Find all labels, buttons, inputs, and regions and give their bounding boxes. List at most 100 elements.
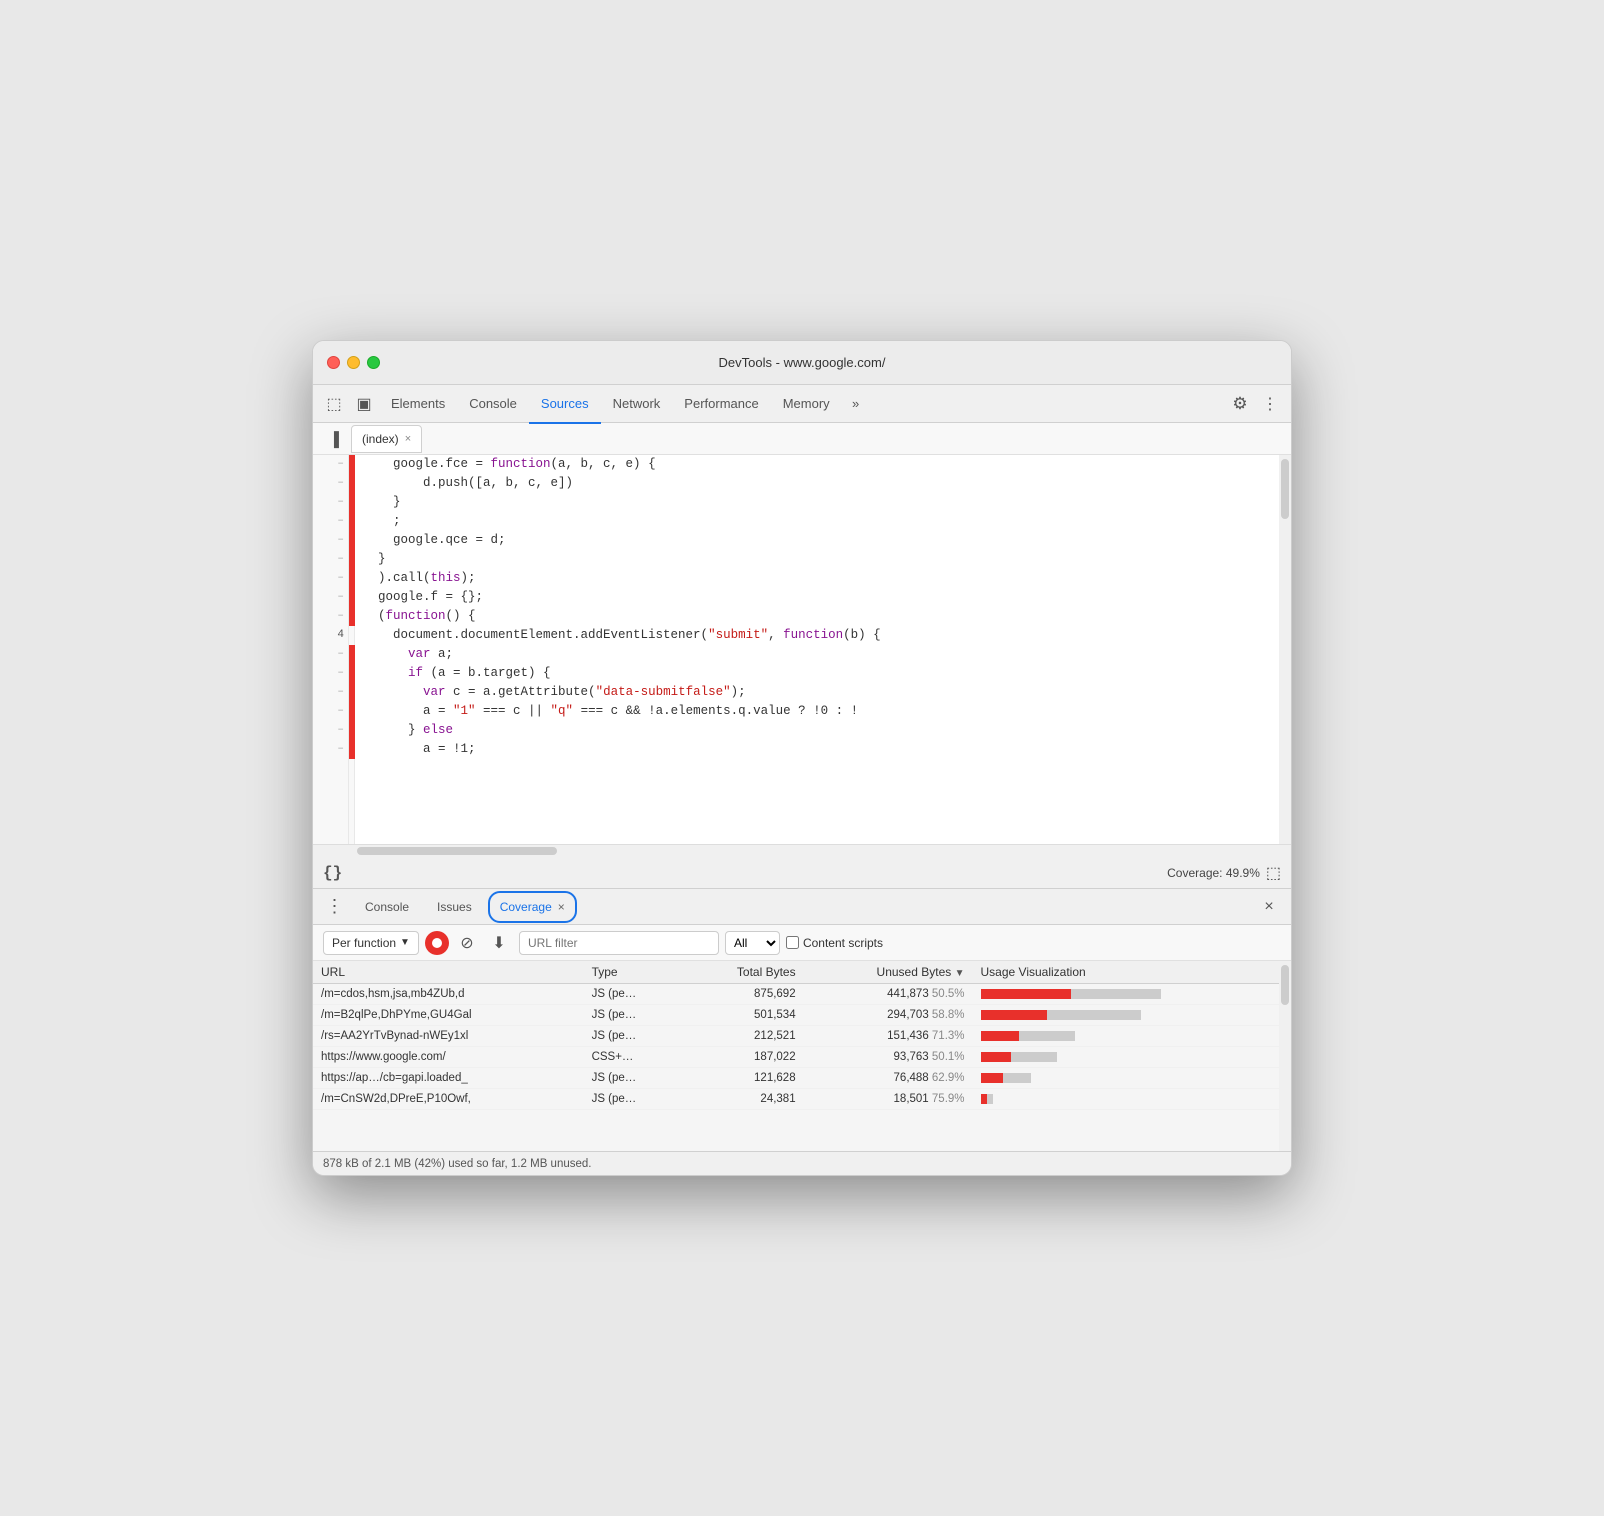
tab-coverage[interactable]: Coverage ×: [488, 891, 577, 923]
code-line-4: ;: [363, 512, 1271, 531]
close-button[interactable]: [327, 356, 340, 369]
cell-viz: [973, 984, 1291, 1005]
url-filter-input[interactable]: [519, 931, 719, 955]
code-line-15: } else: [363, 721, 1271, 740]
gutter-line-6: –: [317, 550, 344, 569]
horizontal-scrollbar[interactable]: [313, 845, 1291, 857]
col-header-viz[interactable]: Usage Visualization: [973, 961, 1291, 984]
code-line-6: }: [363, 550, 1271, 569]
tab-elements[interactable]: Elements: [379, 386, 457, 424]
usage-bar: [981, 1008, 1161, 1022]
cell-type: JS (pe…: [584, 1068, 683, 1089]
minimize-button[interactable]: [347, 356, 360, 369]
tab-console[interactable]: Console: [457, 386, 529, 424]
type-filter: All CSS JS: [725, 931, 780, 955]
content-scripts-filter: Content scripts: [786, 936, 883, 950]
tab-issues[interactable]: Issues: [425, 891, 484, 923]
screenshot-icon[interactable]: ⬚: [1266, 863, 1281, 883]
devtools-window: DevTools - www.google.com/ ⬚ ▣ Elements …: [312, 340, 1292, 1176]
coverage-tab-label: Coverage: [500, 900, 552, 914]
table-row[interactable]: https://www.google.com/ CSS+… 187,022 93…: [313, 1047, 1291, 1068]
cell-url: /rs=AA2YrTvBynad-nWEy1xl: [313, 1026, 584, 1047]
col-header-url[interactable]: URL: [313, 961, 584, 984]
content-scripts-label: Content scripts: [803, 936, 883, 950]
gutter-line-15: –: [317, 721, 344, 740]
cell-total: 501,534: [682, 1005, 803, 1026]
code-line-10: document.documentElement.addEventListene…: [363, 626, 1271, 645]
gutter-line-5: –: [317, 531, 344, 550]
code-line-3: }: [363, 493, 1271, 512]
coverage-toolbar: Per function ▼ ⊘ ⬇ All CSS JS Content sc…: [313, 925, 1291, 961]
col-header-type[interactable]: Type: [584, 961, 683, 984]
cell-type: JS (pe…: [584, 984, 683, 1005]
sidebar-toggle-icon[interactable]: ▐: [321, 426, 347, 452]
used-bar: [981, 1031, 1019, 1041]
used-bar: [981, 1052, 1011, 1062]
source-tab-index[interactable]: (index) ×: [351, 425, 422, 453]
tab-performance[interactable]: Performance: [672, 386, 770, 424]
coverage-percentage: Coverage: 49.9%: [1167, 866, 1260, 880]
more-tabs-button[interactable]: »: [842, 389, 870, 419]
code-content[interactable]: google.fce = function(a, b, c, e) { d.pu…: [355, 455, 1279, 844]
per-function-button[interactable]: Per function ▼: [323, 931, 419, 955]
used-bar: [981, 1010, 1047, 1020]
record-button[interactable]: [425, 931, 449, 955]
tab-sources[interactable]: Sources: [529, 386, 601, 424]
cell-viz: [973, 1026, 1291, 1047]
table-row[interactable]: /rs=AA2YrTvBynad-nWEy1xl JS (pe… 212,521…: [313, 1026, 1291, 1047]
curly-braces-icon: {}: [323, 864, 342, 882]
tab-network[interactable]: Network: [601, 386, 673, 424]
usage-bar: [981, 987, 1161, 1001]
cell-total: 875,692: [682, 984, 803, 1005]
unused-bar: [1047, 1010, 1141, 1020]
settings-icon[interactable]: ⚙: [1225, 389, 1255, 419]
table-row[interactable]: /m=B2qlPe,DhPYme,GU4Gal JS (pe… 501,534 …: [313, 1005, 1291, 1026]
scrollbar-thumb[interactable]: [1281, 459, 1289, 519]
panel-close-button[interactable]: ×: [1255, 893, 1283, 921]
download-button[interactable]: ⬇: [485, 929, 513, 957]
usage-bar: [981, 1092, 1161, 1106]
code-line-14: a = "1" === c || "q" === c && !a.element…: [363, 702, 1271, 721]
cell-viz: [973, 1068, 1291, 1089]
tab-console-bottom[interactable]: Console: [353, 891, 421, 923]
bottom-tab-bar: ⋮ Console Issues Coverage × ×: [313, 889, 1291, 925]
chevron-down-icon: ▼: [400, 937, 410, 948]
gutter-line-1: –: [317, 455, 344, 474]
clear-button[interactable]: ⊘: [455, 931, 479, 955]
table-scrollbar-thumb[interactable]: [1281, 965, 1289, 1005]
unused-bar: [1019, 1031, 1075, 1041]
table-row[interactable]: /m=cdos,hsm,jsa,mb4ZUb,d JS (pe… 875,692…: [313, 984, 1291, 1005]
h-scrollbar-thumb[interactable]: [357, 847, 557, 855]
cell-type: JS (pe…: [584, 1026, 683, 1047]
unused-bar: [1003, 1073, 1031, 1083]
code-line-13: var c = a.getAttribute("data-submitfalse…: [363, 683, 1271, 702]
source-tab-close[interactable]: ×: [405, 433, 411, 445]
table-scrollbar[interactable]: [1279, 961, 1291, 1151]
cell-type: JS (pe…: [584, 1005, 683, 1026]
gutter-line-13: –: [317, 683, 344, 702]
coverage-tab-close[interactable]: ×: [558, 900, 565, 914]
coverage-header-right: Coverage: 49.9% ⬚: [1167, 863, 1281, 883]
device-icon[interactable]: ▣: [349, 389, 379, 419]
col-header-total[interactable]: Total Bytes: [682, 961, 803, 984]
more-options-icon[interactable]: ⋮: [1255, 389, 1285, 419]
table-row[interactable]: /m=CnSW2d,DPreE,P10Owf, JS (pe… 24,381 1…: [313, 1089, 1291, 1110]
unused-bar: [1071, 989, 1161, 999]
more-options-button[interactable]: ⋮: [321, 893, 349, 921]
cursor-icon[interactable]: ⬚: [319, 389, 349, 419]
cell-url: /m=cdos,hsm,jsa,mb4ZUb,d: [313, 984, 584, 1005]
vertical-scrollbar[interactable]: [1279, 455, 1291, 844]
cell-viz: [973, 1047, 1291, 1068]
cell-total: 24,381: [682, 1089, 803, 1110]
content-scripts-checkbox[interactable]: [786, 936, 799, 949]
status-text: 878 kB of 2.1 MB (42%) used so far, 1.2 …: [323, 1158, 591, 1170]
gutter-line-16: –: [317, 740, 344, 759]
tab-memory[interactable]: Memory: [771, 386, 842, 424]
table-row[interactable]: https://ap…/cb=gapi.loaded_ JS (pe… 121,…: [313, 1068, 1291, 1089]
maximize-button[interactable]: [367, 356, 380, 369]
type-select[interactable]: All CSS JS: [725, 931, 780, 955]
unused-bytes-label: Unused Bytes: [877, 965, 952, 979]
unused-bar: [1011, 1052, 1057, 1062]
col-header-unused[interactable]: Unused Bytes ▼: [804, 961, 973, 984]
used-bar: [981, 989, 1071, 999]
